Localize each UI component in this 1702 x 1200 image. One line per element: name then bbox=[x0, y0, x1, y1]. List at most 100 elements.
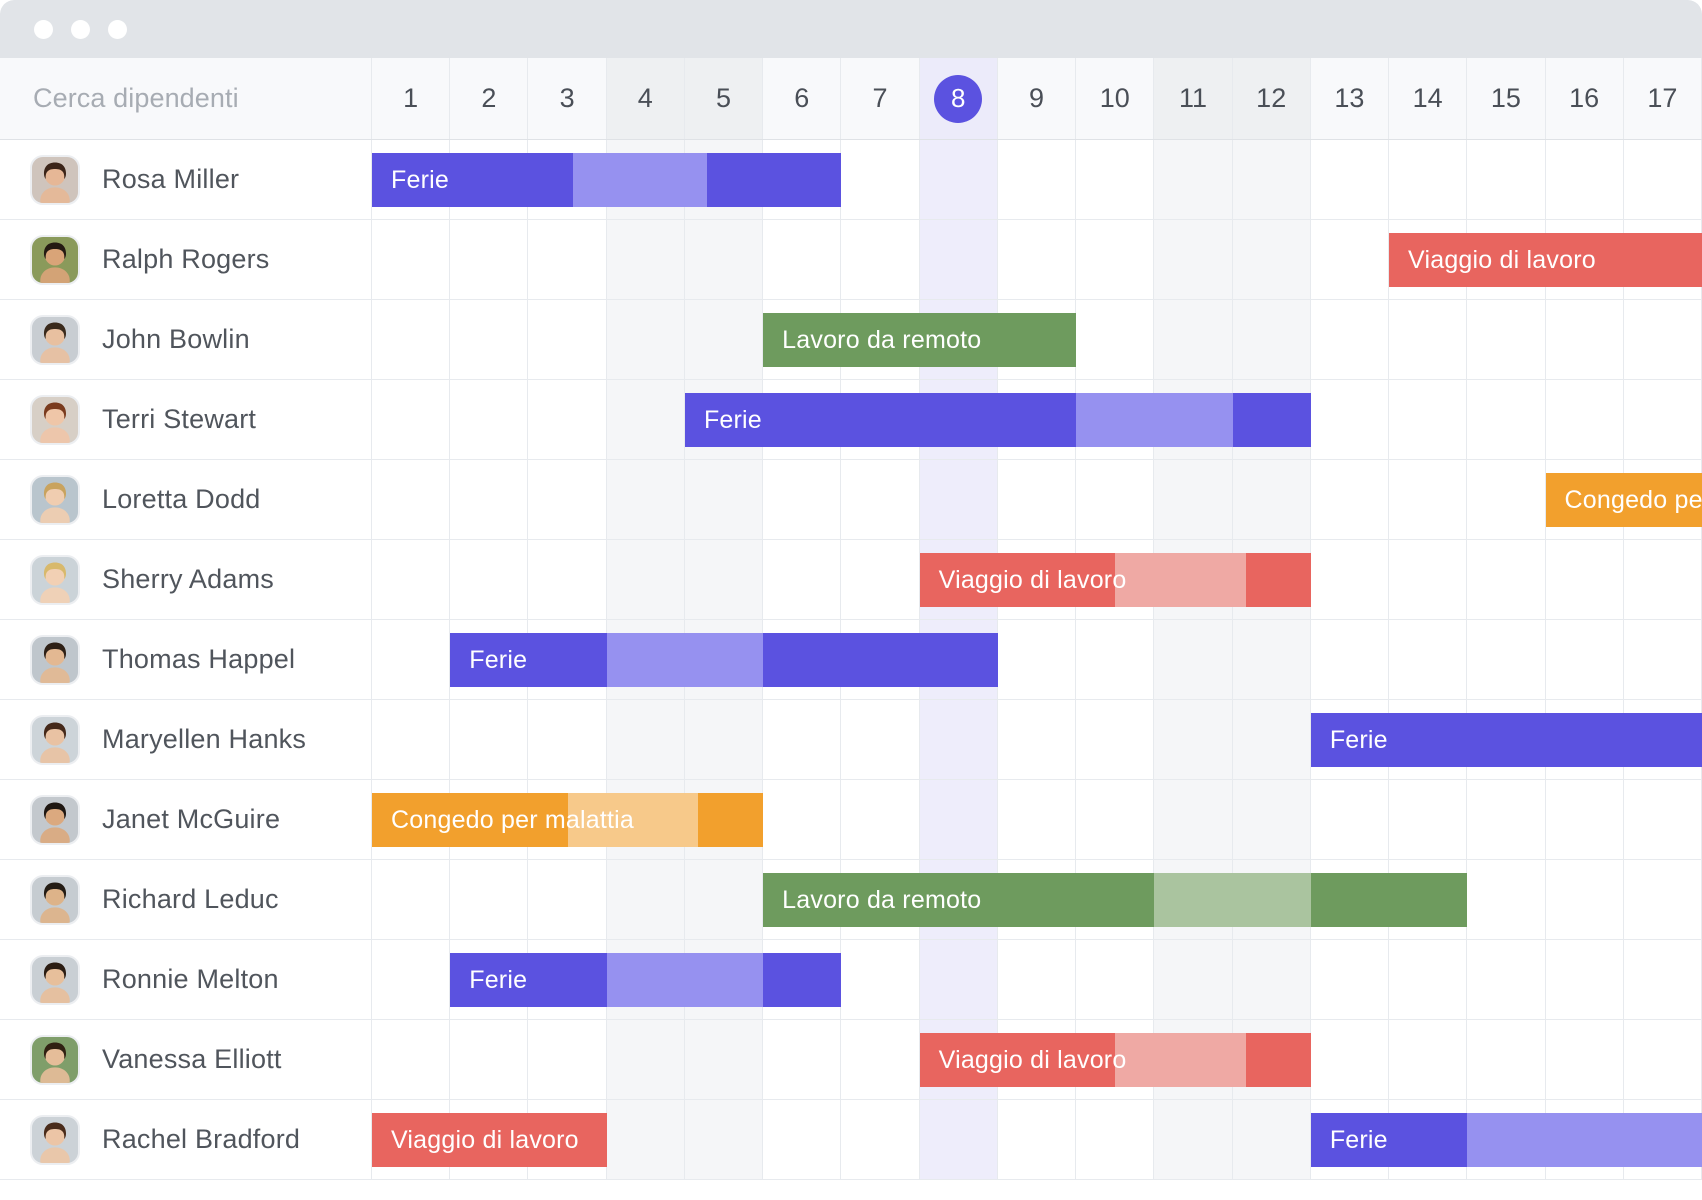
timeline-cell-4[interactable] bbox=[606, 540, 685, 619]
timeline-cell-13[interactable] bbox=[1311, 780, 1390, 859]
timeline-cell-15[interactable] bbox=[1467, 380, 1546, 459]
table-row[interactable]: Sherry Adams Viaggio di lavoro bbox=[0, 540, 1702, 620]
timeline-cell-10[interactable] bbox=[1076, 780, 1155, 859]
table-row[interactable]: Vanessa Elliott Viaggio di lavoro bbox=[0, 1020, 1702, 1100]
timeline-cell-10[interactable] bbox=[1076, 1100, 1155, 1179]
minimize-dot-icon[interactable] bbox=[71, 19, 90, 39]
timeline-cell-1[interactable] bbox=[372, 700, 451, 779]
schedule-bar-business_trip[interactable]: Viaggio di lavoro bbox=[919, 553, 1311, 607]
timeline-cell-11[interactable] bbox=[1154, 780, 1233, 859]
timeline-cell-12[interactable] bbox=[1232, 620, 1311, 699]
timeline-cell-8[interactable] bbox=[919, 1100, 998, 1179]
day-header-13[interactable]: 13 bbox=[1311, 58, 1390, 139]
timeline-cell-17[interactable] bbox=[1624, 1020, 1702, 1099]
timeline-cell-10[interactable] bbox=[1076, 140, 1155, 219]
day-header-1[interactable]: 1 bbox=[372, 58, 451, 139]
timeline-cell-13[interactable] bbox=[1311, 1020, 1390, 1099]
timeline-cell-1[interactable] bbox=[372, 620, 451, 699]
timeline-cell-16[interactable] bbox=[1546, 1020, 1624, 1099]
employee-cell[interactable]: Ronnie Melton bbox=[0, 940, 372, 1019]
timeline-cell-14[interactable] bbox=[1389, 780, 1468, 859]
employee-cell[interactable]: Sherry Adams bbox=[0, 540, 372, 619]
schedule-bar-remote[interactable]: Lavoro da remoto bbox=[763, 873, 1468, 927]
timeline-cell-17[interactable] bbox=[1624, 380, 1702, 459]
employee-cell[interactable]: Vanessa Elliott bbox=[0, 1020, 372, 1099]
schedule-bar-vacation[interactable]: Ferie bbox=[684, 393, 1311, 447]
timeline-cell-3[interactable] bbox=[528, 300, 607, 379]
timeline-cell-7[interactable] bbox=[841, 700, 920, 779]
timeline-cell-4[interactable] bbox=[606, 300, 685, 379]
timeline-cell-15[interactable] bbox=[1467, 780, 1546, 859]
timeline-cell-7[interactable] bbox=[841, 460, 920, 539]
timeline-cell-7[interactable] bbox=[841, 1100, 920, 1179]
maximize-dot-icon[interactable] bbox=[108, 19, 127, 39]
timeline-cell-17[interactable] bbox=[1624, 540, 1702, 619]
timeline-cell-9[interactable] bbox=[998, 1100, 1077, 1179]
timeline-cell-15[interactable] bbox=[1467, 140, 1546, 219]
timeline-cell-7[interactable] bbox=[841, 940, 920, 1019]
timeline-cell-9[interactable] bbox=[998, 140, 1077, 219]
timeline-cell-9[interactable] bbox=[998, 620, 1077, 699]
day-header-12[interactable]: 12 bbox=[1232, 58, 1311, 139]
timeline-cell-3[interactable] bbox=[528, 380, 607, 459]
timeline-cell-7[interactable] bbox=[841, 220, 920, 299]
timeline-cell-14[interactable] bbox=[1389, 1020, 1468, 1099]
employee-cell[interactable]: Terri Stewart bbox=[0, 380, 372, 459]
search-cell[interactable]: Cerca dipendenti bbox=[0, 58, 372, 139]
timeline-cell-12[interactable] bbox=[1232, 1100, 1311, 1179]
schedule-bar-vacation[interactable]: Ferie bbox=[1310, 713, 1702, 767]
timeline-cell-15[interactable] bbox=[1467, 1020, 1546, 1099]
timeline-cell-15[interactable] bbox=[1467, 860, 1546, 939]
timeline-cell-14[interactable] bbox=[1389, 380, 1468, 459]
timeline-cell-1[interactable] bbox=[372, 460, 451, 539]
timeline-cell-14[interactable] bbox=[1389, 140, 1468, 219]
timeline-cell-3[interactable] bbox=[528, 220, 607, 299]
timeline-cell-8[interactable] bbox=[919, 140, 998, 219]
timeline-cell-11[interactable] bbox=[1154, 620, 1233, 699]
table-row[interactable]: Maryellen Hanks Ferie bbox=[0, 700, 1702, 780]
timeline-cell-4[interactable] bbox=[606, 220, 685, 299]
timeline-cell-4[interactable] bbox=[606, 860, 685, 939]
timeline-cell-16[interactable] bbox=[1546, 140, 1624, 219]
timeline-cell-17[interactable] bbox=[1624, 300, 1702, 379]
timeline-cell-2[interactable] bbox=[450, 860, 529, 939]
timeline-cell-16[interactable] bbox=[1546, 860, 1624, 939]
schedule-bar-sick[interactable]: Congedo per malattia bbox=[1545, 473, 1702, 527]
timeline-cell-3[interactable] bbox=[528, 540, 607, 619]
timeline-cell-14[interactable] bbox=[1389, 620, 1468, 699]
timeline-cell-12[interactable] bbox=[1232, 140, 1311, 219]
timeline-cell-9[interactable] bbox=[998, 460, 1077, 539]
timeline-cell-1[interactable] bbox=[372, 940, 451, 1019]
timeline-cell-11[interactable] bbox=[1154, 460, 1233, 539]
timeline-cell-17[interactable] bbox=[1624, 620, 1702, 699]
timeline-cell-11[interactable] bbox=[1154, 140, 1233, 219]
day-header-7[interactable]: 7 bbox=[841, 58, 920, 139]
table-row[interactable]: Loretta Dodd Congedo per malattia bbox=[0, 460, 1702, 540]
employee-cell[interactable]: John Bowlin bbox=[0, 300, 372, 379]
employee-cell[interactable]: Rosa Miller bbox=[0, 140, 372, 219]
schedule-bar-business_trip[interactable]: Viaggio di lavoro bbox=[372, 1113, 607, 1167]
timeline-cell-11[interactable] bbox=[1154, 300, 1233, 379]
timeline-cell-9[interactable] bbox=[998, 700, 1077, 779]
timeline-cell-4[interactable] bbox=[606, 460, 685, 539]
employee-cell[interactable]: Loretta Dodd bbox=[0, 460, 372, 539]
schedule-bar-vacation[interactable]: Ferie bbox=[450, 953, 842, 1007]
timeline-cell-3[interactable] bbox=[528, 860, 607, 939]
schedule-bar-vacation[interactable]: Ferie bbox=[1310, 1113, 1702, 1167]
timeline-cell-2[interactable] bbox=[450, 1020, 529, 1099]
table-row[interactable]: Rosa Miller Ferie bbox=[0, 140, 1702, 220]
day-header-9[interactable]: 9 bbox=[998, 58, 1077, 139]
timeline-cell-14[interactable] bbox=[1389, 540, 1468, 619]
timeline-cell-4[interactable] bbox=[606, 700, 685, 779]
timeline-cell-12[interactable] bbox=[1232, 460, 1311, 539]
timeline-cell-16[interactable] bbox=[1546, 780, 1624, 859]
schedule-bar-business_trip[interactable]: Viaggio di lavoro bbox=[1389, 233, 1702, 287]
timeline-cell-15[interactable] bbox=[1467, 460, 1546, 539]
timeline-cell-13[interactable] bbox=[1311, 380, 1390, 459]
timeline-cell-16[interactable] bbox=[1546, 380, 1624, 459]
timeline-cell-8[interactable] bbox=[919, 460, 998, 539]
timeline-cell-10[interactable] bbox=[1076, 620, 1155, 699]
schedule-bar-sick[interactable]: Congedo per malattia bbox=[372, 793, 764, 847]
timeline-cell-15[interactable] bbox=[1467, 540, 1546, 619]
day-header-11[interactable]: 11 bbox=[1154, 58, 1233, 139]
